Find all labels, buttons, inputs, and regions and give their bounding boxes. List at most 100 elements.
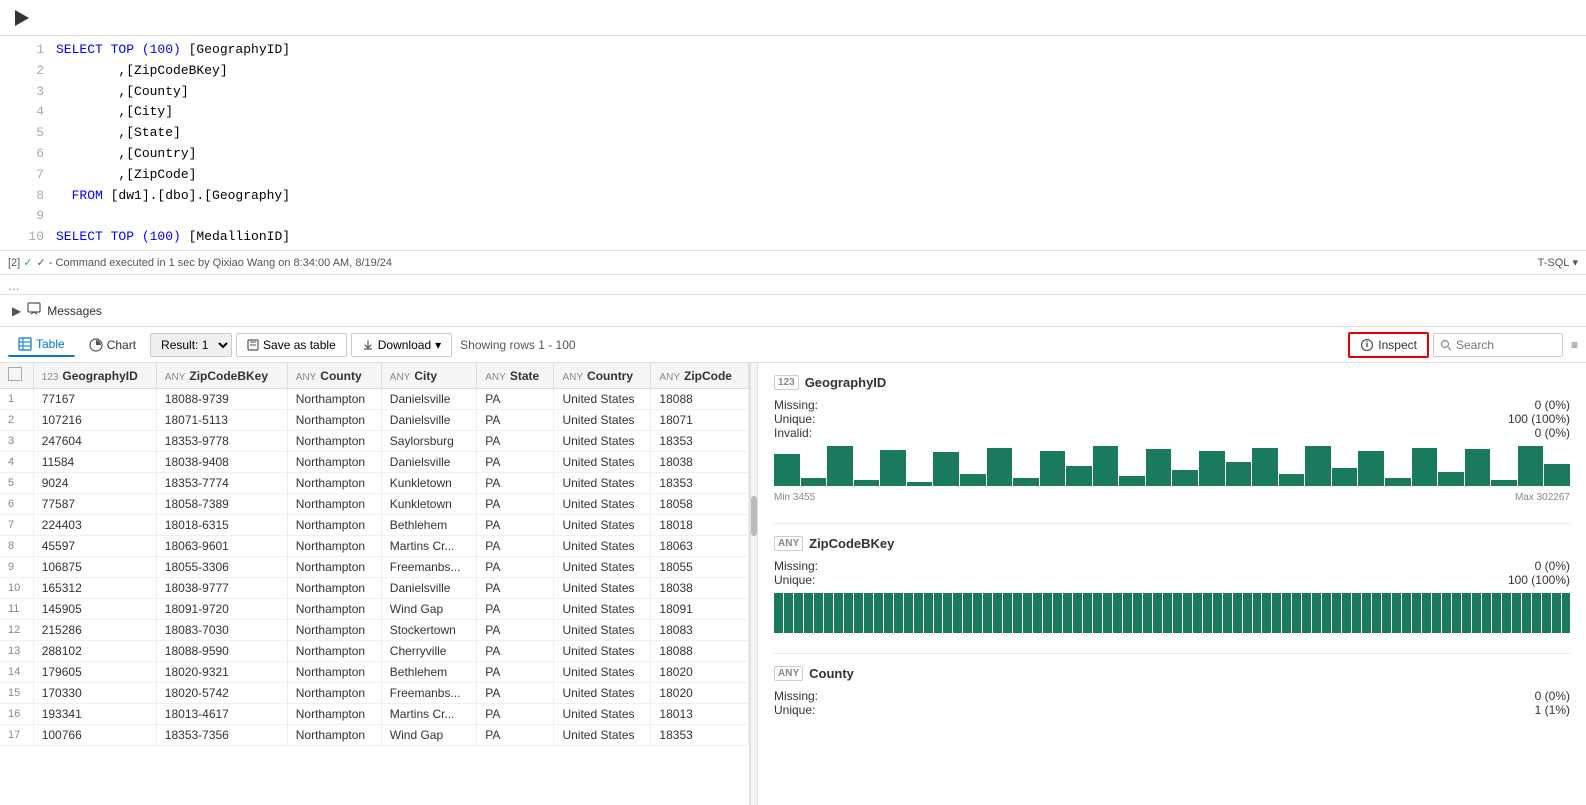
table-cell: 18353 — [651, 725, 749, 746]
bar — [824, 593, 833, 633]
download-chevron[interactable]: ▾ — [435, 338, 441, 352]
table-cell: 18083-7030 — [156, 620, 287, 641]
bar — [934, 593, 943, 633]
table-cell: 8 — [0, 536, 33, 557]
bar — [1143, 593, 1152, 633]
bar — [784, 593, 793, 633]
status-tab: [2] — [8, 257, 20, 269]
table-cell: 18088 — [651, 389, 749, 410]
row-number-header — [0, 363, 33, 389]
stat-missing-value3: 0 (0%) — [1535, 689, 1570, 703]
field-name-zipcodekey: ZipCodeBKey — [809, 536, 894, 551]
bar — [1442, 593, 1451, 633]
bar — [1226, 462, 1252, 486]
inspect-panel: 123 GeographyID Missing: 0 (0%) Unique: … — [758, 363, 1586, 805]
table-cell: 77167 — [33, 389, 156, 410]
bar — [1422, 593, 1431, 633]
bar — [1043, 593, 1052, 633]
bar — [1385, 478, 1411, 486]
col-header-country[interactable]: ANYCountry — [554, 363, 651, 389]
save-as-table-button[interactable]: Save as table — [236, 333, 347, 357]
table-cell: 11584 — [33, 452, 156, 473]
bar — [1491, 480, 1517, 486]
table-cell: 100766 — [33, 725, 156, 746]
table-cell: 215286 — [33, 620, 156, 641]
run-button[interactable] — [8, 4, 36, 32]
sql-editor[interactable]: 1SELECT TOP (100) [GeographyID] 2 ,[ZipC… — [0, 36, 1586, 251]
table-cell: 1 — [0, 389, 33, 410]
bar — [1512, 593, 1521, 633]
bar — [1542, 593, 1551, 633]
col-header-geographyid[interactable]: 123GeographyID — [33, 363, 156, 389]
result-selector[interactable]: Result: 1 — [150, 333, 232, 357]
table-cell: 18088-9739 — [156, 389, 287, 410]
rows-info: Showing rows 1 - 100 — [460, 338, 575, 352]
bar — [1472, 593, 1481, 633]
table-cell: United States — [554, 536, 651, 557]
bar — [774, 593, 783, 633]
table-cell: PA — [477, 599, 554, 620]
download-button[interactable]: Download ▾ — [351, 333, 452, 357]
table-cell: 145905 — [33, 599, 156, 620]
line-7: 7 ,[ZipCode] — [0, 165, 1586, 186]
collapse-icon[interactable]: ▶ — [12, 304, 21, 318]
col-header-county[interactable]: ANYCounty — [287, 363, 381, 389]
bar — [1438, 472, 1464, 486]
table-cell: 18020 — [651, 683, 749, 704]
results-table-area[interactable]: 123GeographyID ANYZipCodeBKey ANYCounty … — [0, 363, 750, 805]
bar — [924, 593, 933, 633]
status-language[interactable]: T-SQL — [1538, 257, 1570, 269]
table-cell: United States — [554, 641, 651, 662]
bar — [1113, 593, 1122, 633]
bar — [1023, 593, 1032, 633]
results-toolbar: Table Chart Result: 1 Save as table Down… — [0, 327, 1586, 363]
table-cell: Danielsville — [381, 389, 476, 410]
bar — [1412, 448, 1438, 486]
top-bar — [0, 0, 1586, 36]
bar — [1253, 593, 1262, 633]
bar — [1203, 593, 1212, 633]
table-cell: PA — [477, 389, 554, 410]
table-cell: 18091-9720 — [156, 599, 287, 620]
table-cell: PA — [477, 683, 554, 704]
table-cell: Bethlehem — [381, 662, 476, 683]
bar — [1183, 593, 1192, 633]
search-box[interactable] — [1433, 333, 1563, 357]
stat-invalid-value: 0 (0%) — [1535, 426, 1570, 440]
col-header-city[interactable]: ANYCity — [381, 363, 476, 389]
stat-missing-label3: Missing: — [774, 689, 818, 703]
table-cell: 18020 — [651, 662, 749, 683]
bar — [814, 593, 823, 633]
table-cell: Stockertown — [381, 620, 476, 641]
table-cell: 170330 — [33, 683, 156, 704]
field-section-zipcodekey: ANY ZipCodeBKey Missing: 0 (0%) Unique: … — [774, 536, 1570, 633]
table-cell: Wind Gap — [381, 725, 476, 746]
search-input[interactable] — [1456, 338, 1556, 352]
table-cell: 18058 — [651, 494, 749, 515]
col-header-zipcodekey[interactable]: ANYZipCodeBKey — [156, 363, 287, 389]
bar — [1119, 476, 1145, 486]
bar — [1252, 448, 1278, 486]
bar — [933, 452, 959, 486]
bar-max-geographyid: Max 302267 — [1515, 492, 1570, 503]
chart-tab[interactable]: Chart — [79, 334, 146, 356]
table-cell: 13 — [0, 641, 33, 662]
bar — [1040, 451, 1066, 486]
table-cell: Northampton — [287, 620, 381, 641]
bar — [1358, 451, 1384, 486]
stat-missing-label2: Missing: — [774, 559, 818, 573]
table-row: 1221528618083-7030NorthamptonStockertown… — [0, 620, 749, 641]
table-tab[interactable]: Table — [8, 333, 75, 357]
table-cell: United States — [554, 515, 651, 536]
col-header-zipcode[interactable]: ANYZipCode — [651, 363, 749, 389]
scroll-indicator[interactable] — [750, 363, 758, 805]
table-row: 1417960518020-9321NorthamptonBethlehemPA… — [0, 662, 749, 683]
bar — [1292, 593, 1301, 633]
col-header-state[interactable]: ANYState — [477, 363, 554, 389]
table-cell: Martins Cr... — [381, 704, 476, 725]
table-cell: United States — [554, 704, 651, 725]
status-message: ✓ - Command executed in 1 sec by Qixiao … — [37, 256, 393, 269]
filter-icon[interactable]: ≡ — [1571, 338, 1578, 352]
inspect-button[interactable]: Inspect — [1348, 332, 1429, 358]
bar — [1173, 593, 1182, 633]
